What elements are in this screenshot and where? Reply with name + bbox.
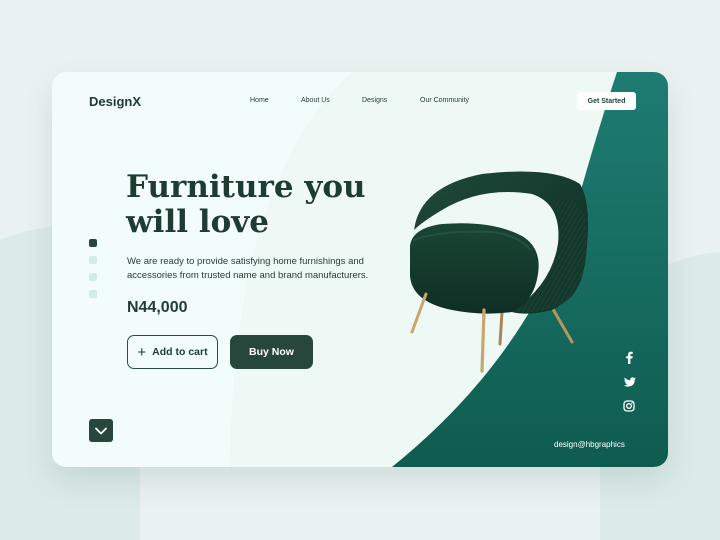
scroll-down-button[interactable] [89, 419, 113, 442]
nav-our-community[interactable]: Our Community [420, 97, 469, 104]
hero-description: We are ready to provide satisfying home … [127, 256, 369, 281]
hero-headline: Furniture you will love [126, 170, 426, 240]
facebook-icon[interactable] [620, 348, 638, 366]
slider-dot-1[interactable] [89, 239, 97, 247]
contact-email[interactable]: design@hbgraphics [554, 440, 625, 449]
brand-logo[interactable]: DesignX [89, 94, 141, 109]
armchair-image [410, 171, 588, 373]
slider-dot-3[interactable] [89, 273, 97, 281]
headline-line-1: Furniture you [126, 169, 366, 205]
get-started-button[interactable]: Get Started [577, 92, 636, 110]
headline-line-2: will love [126, 204, 269, 240]
nav-about-us[interactable]: About Us [301, 97, 330, 104]
slider-dot-2[interactable] [89, 256, 97, 264]
add-to-cart-label: Add to cart [152, 346, 208, 358]
plus-icon: + [137, 343, 147, 361]
hero-card: DesignX Home About Us Designs Our Commun… [52, 72, 668, 467]
twitter-icon[interactable] [620, 373, 638, 391]
add-to-cart-button[interactable]: + Add to cart [127, 335, 218, 369]
nav-home[interactable]: Home [250, 97, 269, 104]
nav-designs[interactable]: Designs [362, 97, 387, 104]
buy-now-button[interactable]: Buy Now [230, 335, 313, 369]
slider-dot-4[interactable] [89, 290, 97, 298]
chevron-down-icon [95, 427, 107, 434]
product-price: N44,000 [127, 299, 188, 316]
instagram-icon[interactable] [620, 397, 638, 415]
